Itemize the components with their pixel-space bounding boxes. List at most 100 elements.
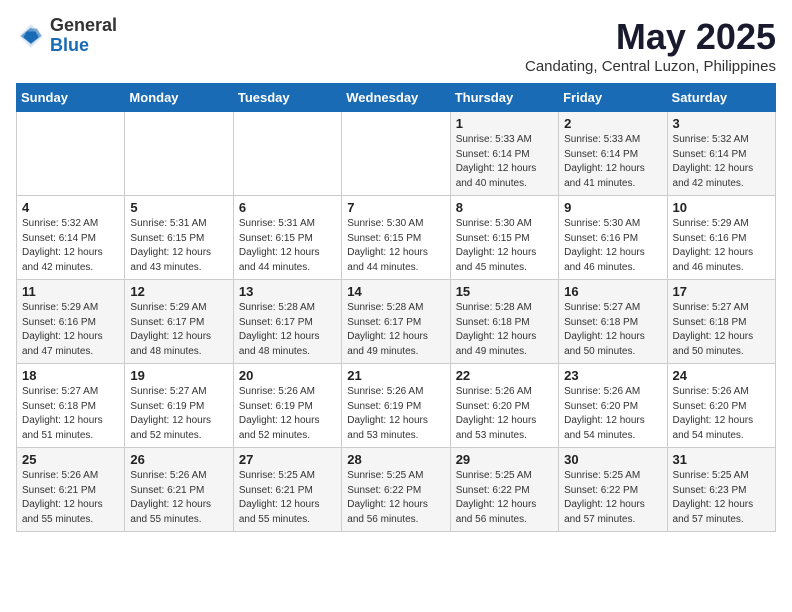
calendar-week-3: 11 Sunrise: 5:29 AM Sunset: 6:16 PM Dayli…: [17, 280, 776, 364]
calendar-cell: 7Sunrise: 5:30 AM Sunset: 6:15 PM Daylig…: [342, 196, 450, 280]
calendar-cell: 2 Sunrise: 5:33 AM Sunset: 6:14 PM Daylig…: [559, 112, 667, 196]
calendar-cell: 16Sunrise: 5:27 AM Sunset: 6:18 PM Dayli…: [559, 280, 667, 364]
day-number: 29: [456, 452, 553, 467]
calendar-cell: [17, 112, 125, 196]
day-number: 11: [22, 284, 119, 299]
logo-blue: Blue: [50, 36, 117, 56]
calendar-week-1: 1 Sunrise: 5:33 AM Sunset: 6:14 PM Daylig…: [17, 112, 776, 196]
day-number: 10: [673, 200, 770, 215]
day-info: Sunrise: 5:32 AM Sunset: 6:14 PM Dayligh…: [673, 133, 770, 191]
day-info: Sunrise: 5:26 AM Sunset: 6:21 PM Dayligh…: [22, 469, 119, 527]
weekday-header-friday: Friday: [559, 84, 667, 112]
day-number: 8: [456, 200, 553, 215]
calendar-cell: 13Sunrise: 5:28 AM Sunset: 6:17 PM Dayli…: [233, 280, 341, 364]
day-info: Sunrise: 5:32 AM Sunset: 6:14 PM Dayligh…: [22, 217, 119, 275]
calendar-cell: 21 Sunrise: 5:26 AM Sunset: 6:19 PM Dayli…: [342, 364, 450, 448]
day-info: Sunrise: 5:27 AM Sunset: 6:18 PM Dayligh…: [22, 385, 119, 443]
calendar-cell: 28 Sunrise: 5:25 AM Sunset: 6:22 PM Dayli…: [342, 448, 450, 532]
day-info: Sunrise: 5:29 AM Sunset: 6:16 PM Dayligh…: [673, 217, 770, 275]
day-number: 28: [347, 452, 444, 467]
logo-text: General Blue: [50, 16, 117, 56]
calendar-cell: 14 Sunrise: 5:28 AM Sunset: 6:17 PM Dayli…: [342, 280, 450, 364]
day-number: 22: [456, 368, 553, 383]
day-info: Sunrise: 5:33 AM Sunset: 6:14 PM Dayligh…: [456, 133, 553, 191]
day-number: 9: [564, 200, 661, 215]
day-info: Sunrise: 5:25 AM Sunset: 6:21 PM Dayligh…: [239, 469, 336, 527]
day-info: Sunrise: 5:26 AM Sunset: 6:19 PM Dayligh…: [347, 385, 444, 443]
day-number: 17: [673, 284, 770, 299]
day-number: 1: [456, 116, 553, 131]
day-info: Sunrise: 5:27 AM Sunset: 6:19 PM Dayligh…: [130, 385, 227, 443]
calendar-cell: 22 Sunrise: 5:26 AM Sunset: 6:20 PM Dayli…: [450, 364, 558, 448]
weekday-header-thursday: Thursday: [450, 84, 558, 112]
day-number: 18: [22, 368, 119, 383]
calendar-cell: 31 Sunrise: 5:25 AM Sunset: 6:23 PM Dayli…: [667, 448, 775, 532]
calendar-cell: 25 Sunrise: 5:26 AM Sunset: 6:21 PM Dayli…: [17, 448, 125, 532]
day-info: Sunrise: 5:29 AM Sunset: 6:16 PM Dayligh…: [22, 301, 119, 359]
day-number: 25: [22, 452, 119, 467]
calendar-cell: [342, 112, 450, 196]
weekday-header-tuesday: Tuesday: [233, 84, 341, 112]
day-number: 23: [564, 368, 661, 383]
weekday-header-row: SundayMondayTuesdayWednesdayThursdayFrid…: [17, 84, 776, 112]
day-info: Sunrise: 5:25 AM Sunset: 6:23 PM Dayligh…: [673, 469, 770, 527]
page-header: General Blue May 2025 Candating, Central…: [16, 16, 776, 75]
calendar-week-5: 25 Sunrise: 5:26 AM Sunset: 6:21 PM Dayli…: [17, 448, 776, 532]
day-info: Sunrise: 5:26 AM Sunset: 6:20 PM Dayligh…: [673, 385, 770, 443]
day-info: Sunrise: 5:26 AM Sunset: 6:20 PM Dayligh…: [564, 385, 661, 443]
calendar-cell: 15 Sunrise: 5:28 AM Sunset: 6:18 PM Dayli…: [450, 280, 558, 364]
day-number: 27: [239, 452, 336, 467]
calendar-cell: 5Sunrise: 5:31 AM Sunset: 6:15 PM Daylig…: [125, 196, 233, 280]
logo-general: General: [50, 16, 117, 36]
calendar-table: SundayMondayTuesdayWednesdayThursdayFrid…: [16, 83, 776, 532]
day-number: 4: [22, 200, 119, 215]
day-info: Sunrise: 5:31 AM Sunset: 6:15 PM Dayligh…: [130, 217, 227, 275]
day-info: Sunrise: 5:26 AM Sunset: 6:19 PM Dayligh…: [239, 385, 336, 443]
day-number: 15: [456, 284, 553, 299]
logo-icon: [16, 21, 46, 51]
day-info: Sunrise: 5:29 AM Sunset: 6:17 PM Dayligh…: [130, 301, 227, 359]
calendar-week-2: 4 Sunrise: 5:32 AM Sunset: 6:14 PM Daylig…: [17, 196, 776, 280]
calendar-cell: 1 Sunrise: 5:33 AM Sunset: 6:14 PM Daylig…: [450, 112, 558, 196]
day-number: 14: [347, 284, 444, 299]
day-info: Sunrise: 5:30 AM Sunset: 6:16 PM Dayligh…: [564, 217, 661, 275]
day-info: Sunrise: 5:28 AM Sunset: 6:17 PM Dayligh…: [347, 301, 444, 359]
weekday-header-wednesday: Wednesday: [342, 84, 450, 112]
day-info: Sunrise: 5:25 AM Sunset: 6:22 PM Dayligh…: [564, 469, 661, 527]
day-info: Sunrise: 5:27 AM Sunset: 6:18 PM Dayligh…: [564, 301, 661, 359]
calendar-cell: 4 Sunrise: 5:32 AM Sunset: 6:14 PM Daylig…: [17, 196, 125, 280]
calendar-cell: 20 Sunrise: 5:26 AM Sunset: 6:19 PM Dayli…: [233, 364, 341, 448]
day-number: 12: [130, 284, 227, 299]
day-info: Sunrise: 5:25 AM Sunset: 6:22 PM Dayligh…: [347, 469, 444, 527]
day-info: Sunrise: 5:25 AM Sunset: 6:22 PM Dayligh…: [456, 469, 553, 527]
day-info: Sunrise: 5:28 AM Sunset: 6:18 PM Dayligh…: [456, 301, 553, 359]
calendar-cell: 9 Sunrise: 5:30 AM Sunset: 6:16 PM Daylig…: [559, 196, 667, 280]
calendar-cell: 29 Sunrise: 5:25 AM Sunset: 6:22 PM Dayli…: [450, 448, 558, 532]
day-number: 21: [347, 368, 444, 383]
day-info: Sunrise: 5:26 AM Sunset: 6:20 PM Dayligh…: [456, 385, 553, 443]
day-info: Sunrise: 5:33 AM Sunset: 6:14 PM Dayligh…: [564, 133, 661, 191]
day-number: 20: [239, 368, 336, 383]
day-number: 19: [130, 368, 227, 383]
calendar-cell: 19 Sunrise: 5:27 AM Sunset: 6:19 PM Dayli…: [125, 364, 233, 448]
day-number: 3: [673, 116, 770, 131]
calendar-cell: 6Sunrise: 5:31 AM Sunset: 6:15 PM Daylig…: [233, 196, 341, 280]
calendar-cell: 8 Sunrise: 5:30 AM Sunset: 6:15 PM Daylig…: [450, 196, 558, 280]
location-title: Candating, Central Luzon, Philippines: [525, 58, 776, 75]
day-number: 30: [564, 452, 661, 467]
calendar-cell: 18 Sunrise: 5:27 AM Sunset: 6:18 PM Dayli…: [17, 364, 125, 448]
day-info: Sunrise: 5:30 AM Sunset: 6:15 PM Dayligh…: [456, 217, 553, 275]
day-number: 13: [239, 284, 336, 299]
calendar-cell: [233, 112, 341, 196]
day-info: Sunrise: 5:30 AM Sunset: 6:15 PM Dayligh…: [347, 217, 444, 275]
weekday-header-sunday: Sunday: [17, 84, 125, 112]
day-number: 24: [673, 368, 770, 383]
calendar-cell: 30 Sunrise: 5:25 AM Sunset: 6:22 PM Dayli…: [559, 448, 667, 532]
calendar-cell: 26Sunrise: 5:26 AM Sunset: 6:21 PM Dayli…: [125, 448, 233, 532]
calendar-cell: 12 Sunrise: 5:29 AM Sunset: 6:17 PM Dayli…: [125, 280, 233, 364]
logo: General Blue: [16, 16, 117, 56]
day-number: 31: [673, 452, 770, 467]
day-number: 6: [239, 200, 336, 215]
calendar-cell: [125, 112, 233, 196]
day-number: 2: [564, 116, 661, 131]
